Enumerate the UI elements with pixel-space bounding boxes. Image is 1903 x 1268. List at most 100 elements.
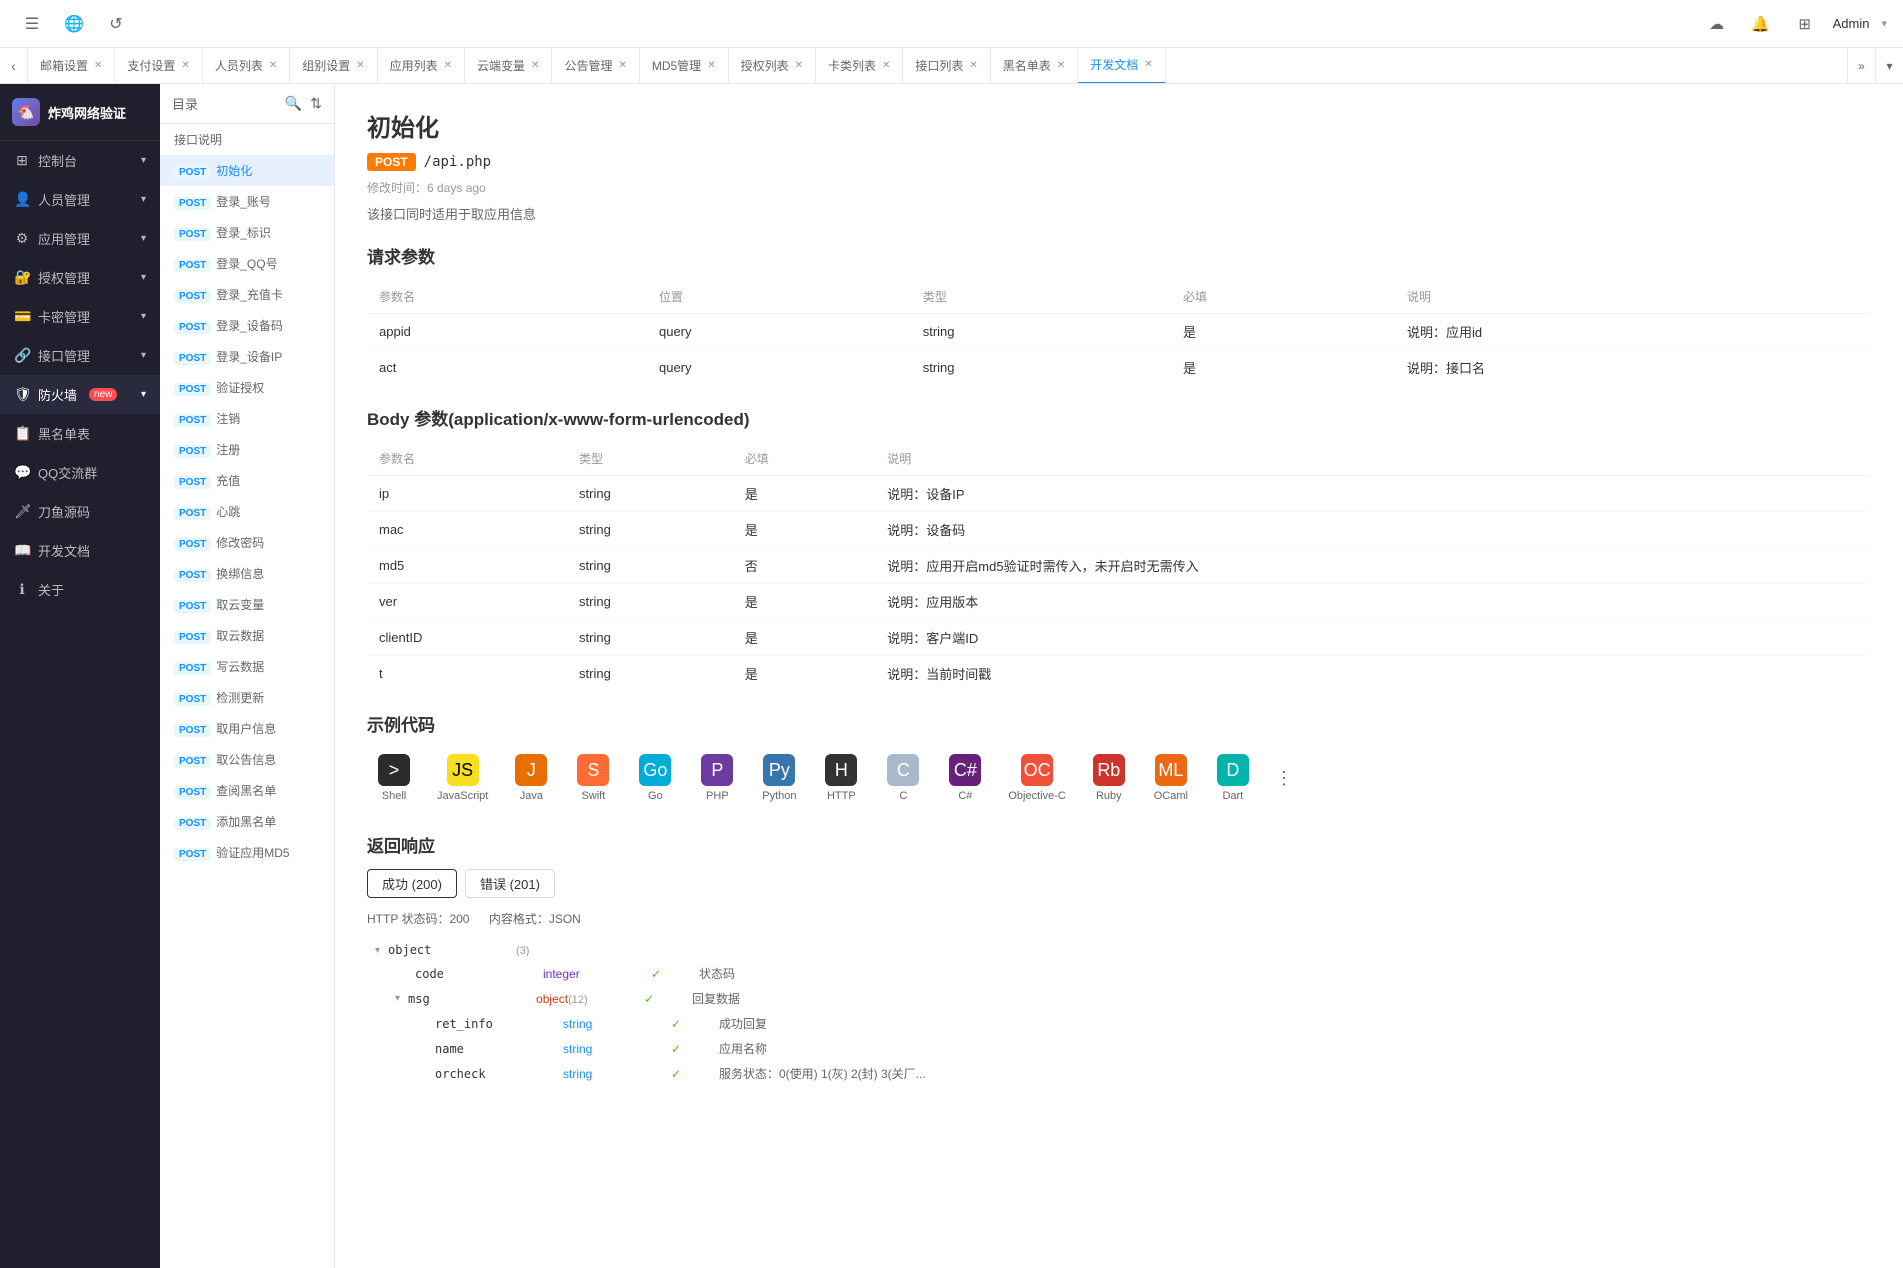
tab-close[interactable]: ✕ [444,60,452,71]
code-tab-swift[interactable]: SSwift [566,748,620,808]
tab-close[interactable]: ✕ [795,60,803,71]
code-tab-http[interactable]: HHTTP [814,748,868,808]
code-tab-ocaml[interactable]: MLOCaml [1144,748,1198,808]
sidebar-item-blacklist[interactable]: 📋黑名单表 [0,414,160,453]
doc-search-icon[interactable]: 🔍 [285,95,302,112]
sidebar-item-users[interactable]: 👤人员管理▾ [0,180,160,219]
tab-group[interactable]: 组别设置✕ [290,48,377,84]
doc-item-注销[interactable]: POST注销 [160,403,334,434]
doc-item-验证应用MD5[interactable]: POST验证应用MD5 [160,837,334,868]
doc-item-心跳[interactable]: POST心跳 [160,496,334,527]
sidebar-item-devdocs[interactable]: 📖开发文档 [0,531,160,570]
tab-notice[interactable]: 公告管理✕ [552,48,639,84]
code-tab-java[interactable]: JJava [504,748,558,808]
toggle-icon[interactable]: ▾ [395,993,400,1004]
sidebar-item-qq[interactable]: 💬QQ交流群 [0,453,160,492]
bell-icon[interactable]: 🔔 [1745,8,1777,40]
tab-cloud[interactable]: 云端变量✕ [465,48,552,84]
sidebar-item-apps[interactable]: ⚙应用管理▾ [0,219,160,258]
sidebar-item-firewall[interactable]: 🛡防火墙new▾ [0,375,160,414]
body-col-type: 类型 [567,442,733,476]
doc-item-修改密码[interactable]: POST修改密码 [160,527,334,558]
code-tab-php[interactable]: PPHP [690,748,744,808]
tab-expand-btn[interactable]: ▾ [1875,48,1903,84]
sidebar-item-api-mgr[interactable]: 🔗接口管理▾ [0,336,160,375]
refresh-icon[interactable]: ↺ [100,8,132,40]
code-tab-label: OCaml [1154,790,1188,802]
code-tab-python[interactable]: PyPython [752,748,806,808]
tab-close[interactable]: ✕ [531,60,539,71]
doc-item-换绑信息[interactable]: POST换绑信息 [160,558,334,589]
tab-close[interactable]: ✕ [707,60,715,71]
globe-icon[interactable]: 🌐 [58,8,90,40]
code-tab-go[interactable]: GoGo [628,748,682,808]
doc-item-登录_充值卡[interactable]: POST登录_充值卡 [160,279,334,310]
toggle-icon[interactable]: ▾ [375,945,380,956]
doc-item-验证授权[interactable]: POST验证授权 [160,372,334,403]
doc-item-充值[interactable]: POST充值 [160,465,334,496]
tab-mail[interactable]: 邮箱设置✕ [28,48,115,84]
code-tab-shell[interactable]: >Shell [367,748,421,808]
tab-close[interactable]: ✕ [269,60,277,71]
code-tab-csharp[interactable]: C#C# [938,748,992,808]
doc-item-登录_设备码[interactable]: POST登录_设备码 [160,310,334,341]
sidebar-item-about[interactable]: ℹ关于 [0,570,160,609]
tab-blacklist[interactable]: 黑名单表✕ [991,48,1078,84]
tab-close[interactable]: ✕ [94,60,102,71]
tab-users[interactable]: 人员列表✕ [203,48,290,84]
doc-item-检测更新[interactable]: POST检测更新 [160,682,334,713]
tab-auth[interactable]: 授权列表✕ [729,48,816,84]
tab-payment[interactable]: 支付设置✕ [115,48,202,84]
doc-item-登录_QQ号[interactable]: POST登录_QQ号 [160,248,334,279]
tab-docs[interactable]: 开发文档✕ [1078,48,1165,84]
sidebar-item-knife[interactable]: 🗡刀鱼源码 [0,492,160,531]
cloud-icon[interactable]: ☁ [1701,8,1733,40]
sidebar-item-cards[interactable]: 💳卡密管理▾ [0,297,160,336]
doc-item-登录_账号[interactable]: POST登录_账号 [160,186,334,217]
code-tab-ruby[interactable]: RbRuby [1082,748,1136,808]
doc-item-取公告信息[interactable]: POST取公告信息 [160,744,334,775]
doc-item-取云变量[interactable]: POST取云变量 [160,589,334,620]
topbar-right: ☁ 🔔 ⊞ Admin ▾ [1701,8,1887,40]
tab-cards[interactable]: 卡类列表✕ [816,48,903,84]
doc-item-登录_标识[interactable]: POST登录_标识 [160,217,334,248]
resp-tree-row: ▾msgobject(12)✓回复数据 [367,986,1871,1011]
tab-close[interactable]: ✕ [1144,59,1152,70]
code-tab-c[interactable]: CC [876,748,930,808]
admin-label[interactable]: Admin [1833,16,1870,31]
code-tab-javascript[interactable]: JSJavaScript [429,748,496,808]
menu-icon[interactable]: ☰ [16,8,48,40]
code-tab-more-btn[interactable]: ⋮ [1268,762,1300,794]
code-tab-objc[interactable]: OCObjective-C [1000,748,1073,808]
tab-md5[interactable]: MD5管理✕ [640,48,729,84]
col-type: 类型 [911,280,1171,314]
resp-tab-错误 (201)[interactable]: 错误 (201) [465,869,555,898]
tab-api[interactable]: 接口列表✕ [903,48,990,84]
layout-icon[interactable]: ⊞ [1789,8,1821,40]
method-badge: POST [174,600,211,613]
tab-close[interactable]: ✕ [181,60,189,71]
tab-apps[interactable]: 应用列表✕ [378,48,465,84]
doc-item-添加黑名单[interactable]: POST添加黑名单 [160,806,334,837]
code-tab-dart[interactable]: DDart [1206,748,1260,808]
tab-back-btn[interactable]: ‹ [0,48,28,84]
tab-close[interactable]: ✕ [356,60,364,71]
doc-item-登录_设备IP[interactable]: POST登录_设备IP [160,341,334,372]
tab-more-btn[interactable]: » [1847,48,1875,84]
resp-tree-row: ▾object(3) [367,939,1871,961]
tab-close[interactable]: ✕ [618,60,626,71]
doc-item-取云数据[interactable]: POST取云数据 [160,620,334,651]
doc-item-注册[interactable]: POST注册 [160,434,334,465]
sidebar-item-auth[interactable]: 🔐授权管理▾ [0,258,160,297]
method-badge: POST [174,383,211,396]
doc-item-查阅黑名单[interactable]: POST查阅黑名单 [160,775,334,806]
doc-item-写云数据[interactable]: POST写云数据 [160,651,334,682]
tab-close[interactable]: ✕ [882,60,890,71]
tab-close[interactable]: ✕ [1057,60,1065,71]
doc-sort-icon[interactable]: ⇅ [310,95,322,112]
tab-close[interactable]: ✕ [969,60,977,71]
resp-tab-成功 (200)[interactable]: 成功 (200) [367,869,457,898]
sidebar-item-dashboard[interactable]: ⊞控制台▾ [0,141,160,180]
doc-item-取用户信息[interactable]: POST取用户信息 [160,713,334,744]
doc-item-初始化[interactable]: POST初始化 [160,155,334,186]
